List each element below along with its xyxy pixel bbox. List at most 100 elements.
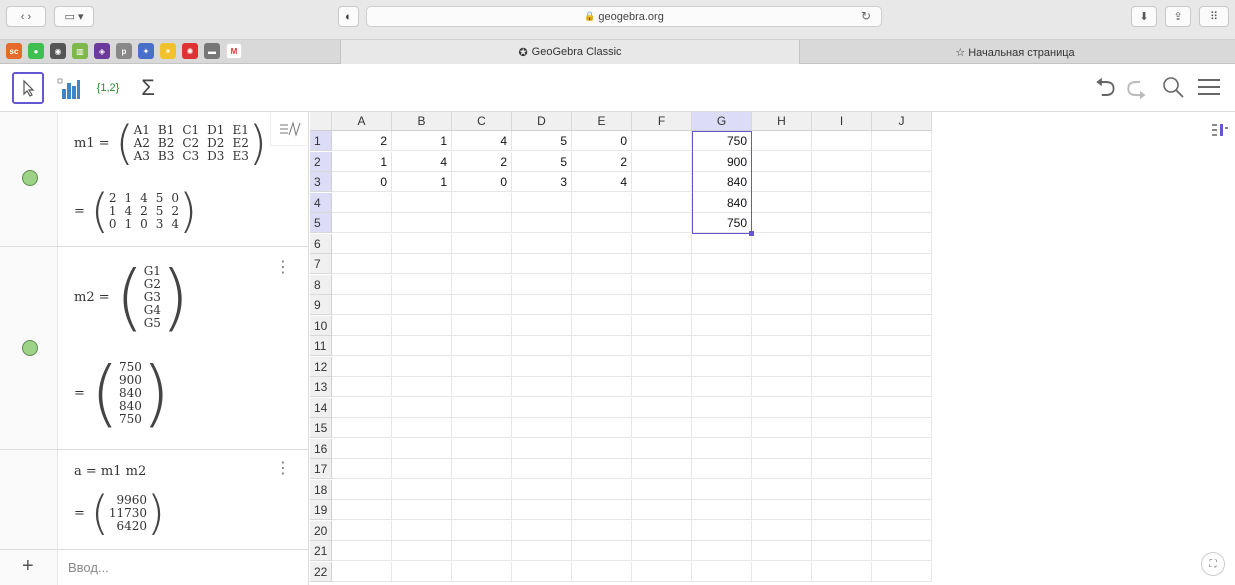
cell-C2[interactable]: 2 <box>452 151 512 172</box>
cell-C22[interactable] <box>452 561 512 582</box>
row-header-3[interactable]: 3 <box>310 172 332 192</box>
cell-B10[interactable] <box>392 315 452 336</box>
cell-C19[interactable] <box>452 500 512 520</box>
cell-E22[interactable] <box>572 561 632 582</box>
cell-H4[interactable] <box>752 192 812 213</box>
column-header-A[interactable]: A <box>332 112 392 131</box>
cell-H13[interactable] <box>752 377 812 397</box>
cell-H10[interactable] <box>752 315 812 336</box>
cell-E12[interactable] <box>572 356 632 377</box>
create-list-button[interactable]: {1,2} <box>92 72 124 104</box>
favorite-icon[interactable]: ✶ <box>160 43 176 59</box>
cell-A12[interactable] <box>332 356 392 377</box>
row-header-18[interactable]: 18 <box>310 479 332 500</box>
algebra-item-m1[interactable]: m1 = ( A1 B1 C1 D1 E1 A2 B2 C2 D2 E2 A3 B3 C3 D3 E3 … <box>0 112 309 247</box>
cell-F4[interactable] <box>632 192 692 213</box>
row-header-2[interactable]: 2 <box>310 151 332 172</box>
cell-J1[interactable] <box>872 131 932 151</box>
cell-F22[interactable] <box>632 561 692 582</box>
cell-G20[interactable] <box>692 520 752 541</box>
cell-H18[interactable] <box>752 479 812 500</box>
cell-F2[interactable] <box>632 151 692 172</box>
cell-G14[interactable] <box>692 397 752 418</box>
cell-H17[interactable] <box>752 459 812 479</box>
a-definition[interactable]: a = m1 m2 <box>74 464 146 479</box>
cell-A5[interactable] <box>332 213 392 233</box>
cell-C21[interactable] <box>452 541 512 561</box>
cell-G6[interactable] <box>692 233 752 254</box>
row-header-1[interactable]: 1 <box>310 131 332 151</box>
cell-D17[interactable] <box>512 459 572 479</box>
cell-D5[interactable] <box>512 213 572 233</box>
favorite-icon[interactable]: ▥ <box>72 43 88 59</box>
cell-H3[interactable] <box>752 172 812 192</box>
cell-I8[interactable] <box>812 274 872 295</box>
cell-C9[interactable] <box>452 295 512 315</box>
cell-G15[interactable] <box>692 418 752 438</box>
cell-B17[interactable] <box>392 459 452 479</box>
cell-A8[interactable] <box>332 274 392 295</box>
row-header-4[interactable]: 4 <box>310 192 332 213</box>
cell-A22[interactable] <box>332 561 392 582</box>
cell-A6[interactable] <box>332 233 392 254</box>
cell-F1[interactable] <box>632 131 692 151</box>
downloads-button[interactable]: ⬇ <box>1131 6 1157 27</box>
cell-I17[interactable] <box>812 459 872 479</box>
address-bar[interactable]: 🔒 geogebra.org ↻ <box>366 6 882 27</box>
cell-C10[interactable] <box>452 315 512 336</box>
spreadsheet-view[interactable]: A B C D E F G H I J 1 2 1 4 5 0 750 2 1 4 2 5 2 900 3 0 1 0 3 4 840 4 84… <box>310 112 950 585</box>
cell-B20[interactable] <box>392 520 452 541</box>
row-header-12[interactable]: 12 <box>310 356 332 377</box>
cell-F17[interactable] <box>632 459 692 479</box>
fullscreen-icon[interactable]: ⛶ <box>1201 552 1225 576</box>
tab-overview-button[interactable]: ⠿ <box>1199 6 1229 27</box>
favorite-icon[interactable]: p <box>116 43 132 59</box>
move-tool-button[interactable] <box>12 72 44 104</box>
cell-J5[interactable] <box>872 213 932 233</box>
cell-B14[interactable] <box>392 397 452 418</box>
cell-H2[interactable] <box>752 151 812 172</box>
cell-H1[interactable] <box>752 131 812 151</box>
cell-G11[interactable] <box>692 336 752 356</box>
sum-button[interactable]: Σ <box>132 72 164 104</box>
cell-E15[interactable] <box>572 418 632 438</box>
cell-C11[interactable] <box>452 336 512 356</box>
cell-D7[interactable] <box>512 254 572 274</box>
privacy-shield-icon[interactable]: ◐ <box>338 6 359 27</box>
cell-C5[interactable] <box>452 213 512 233</box>
favorite-icon[interactable]: ◉ <box>50 43 66 59</box>
cell-A18[interactable] <box>332 479 392 500</box>
cell-C3[interactable]: 0 <box>452 172 512 192</box>
row-header-9[interactable]: 9 <box>310 295 332 315</box>
cell-J19[interactable] <box>872 500 932 520</box>
cell-G17[interactable] <box>692 459 752 479</box>
cell-F21[interactable] <box>632 541 692 561</box>
cell-E21[interactable] <box>572 541 632 561</box>
cell-G9[interactable] <box>692 295 752 315</box>
cell-I13[interactable] <box>812 377 872 397</box>
cell-B12[interactable] <box>392 356 452 377</box>
cell-D8[interactable] <box>512 274 572 295</box>
cell-J17[interactable] <box>872 459 932 479</box>
cell-E3[interactable]: 4 <box>572 172 632 192</box>
cell-E6[interactable] <box>572 233 632 254</box>
cell-B11[interactable] <box>392 336 452 356</box>
cell-A3[interactable]: 0 <box>332 172 392 192</box>
row-header-20[interactable]: 20 <box>310 520 332 541</box>
cell-C13[interactable] <box>452 377 512 397</box>
column-header-F[interactable]: F <box>632 112 692 131</box>
cell-J21[interactable] <box>872 541 932 561</box>
cell-H12[interactable] <box>752 356 812 377</box>
cell-F6[interactable] <box>632 233 692 254</box>
cell-F11[interactable] <box>632 336 692 356</box>
cell-F19[interactable] <box>632 500 692 520</box>
row-header-22[interactable]: 22 <box>310 561 332 582</box>
row-header-13[interactable]: 13 <box>310 377 332 397</box>
cell-A11[interactable] <box>332 336 392 356</box>
cell-J6[interactable] <box>872 233 932 254</box>
column-header-D[interactable]: D <box>512 112 572 131</box>
cell-E4[interactable] <box>572 192 632 213</box>
cell-J16[interactable] <box>872 438 932 459</box>
cell-E5[interactable] <box>572 213 632 233</box>
more-options-icon[interactable]: ⋮ <box>275 257 291 277</box>
